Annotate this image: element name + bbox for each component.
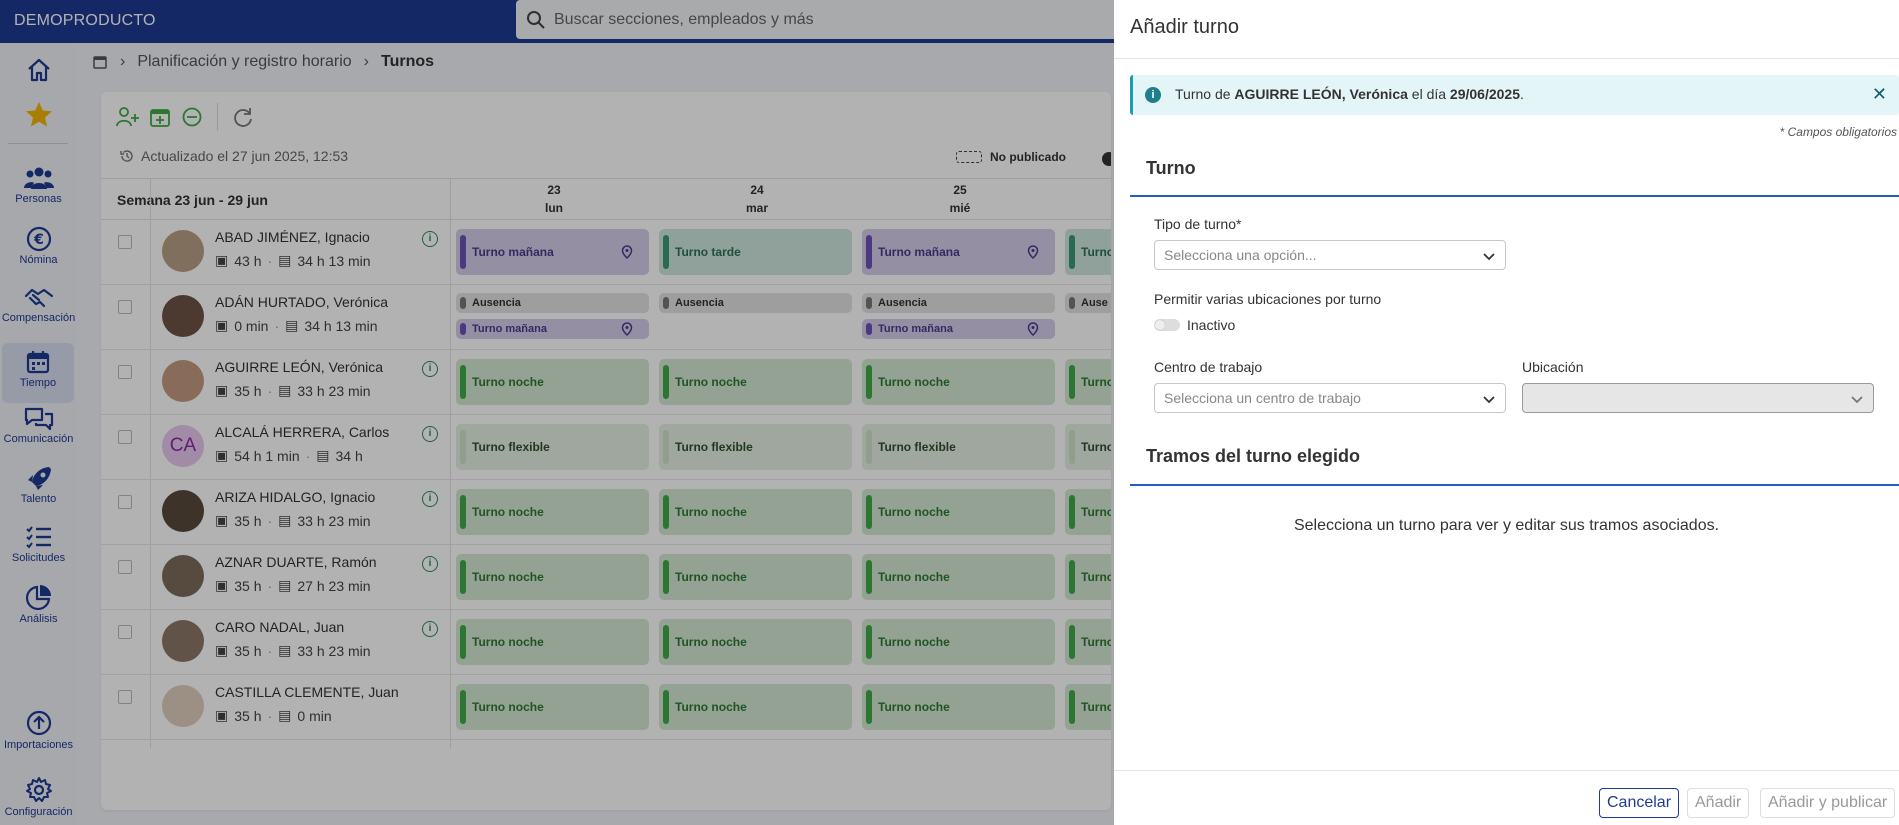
empty-segments-message: Selecciona un turno para ver y editar su…	[1293, 517, 1720, 534]
section-title-turno: Turno	[1146, 158, 1196, 178]
add-button[interactable]: Añadir	[1687, 788, 1750, 818]
info-alert: i Turno de AGUIRRE LEÓN, Verónica el día…	[1130, 75, 1899, 115]
location-select[interactable]	[1522, 383, 1874, 413]
shift-type-label: Tipo de turno*	[1154, 216, 1242, 232]
chevron-down-icon	[1483, 396, 1495, 404]
required-note: * Campos obligatorios	[1779, 125, 1897, 139]
cancel-button[interactable]: Cancelar	[1599, 788, 1680, 818]
multi-location-label: Permitir varias ubicaciones por turno	[1154, 291, 1382, 307]
panel-footer: Cancelar Añadir Añadir y publicar	[1114, 770, 1899, 825]
alert-text: Turno de AGUIRRE LEÓN, Verónica el día 2…	[1175, 86, 1524, 102]
location-label: Ubicación	[1522, 359, 1584, 375]
add-and-publish-button[interactable]: Añadir y publicar	[1760, 788, 1896, 818]
panel-title: Añadir turno	[1130, 16, 1239, 38]
section-title-segments: Tramos del turno elegido	[1146, 446, 1361, 466]
chevron-down-icon	[1851, 396, 1863, 404]
workcenter-label: Centro de trabajo	[1154, 359, 1263, 375]
multi-location-toggle[interactable]	[1154, 319, 1180, 331]
workcenter-select[interactable]: Selecciona un centro de trabajo	[1154, 383, 1506, 413]
info-icon: i	[1145, 87, 1161, 103]
close-icon[interactable]: ✕	[1872, 84, 1887, 105]
add-shift-panel: Añadir turno i Turno de AGUIRRE LEÓN, Ve…	[1114, 0, 1899, 825]
toggle-state: Inactivo	[1187, 317, 1236, 333]
chevron-down-icon	[1483, 253, 1495, 261]
shift-type-select[interactable]: Selecciona una opción...	[1154, 240, 1506, 270]
modal-backdrop[interactable]	[0, 0, 1114, 825]
